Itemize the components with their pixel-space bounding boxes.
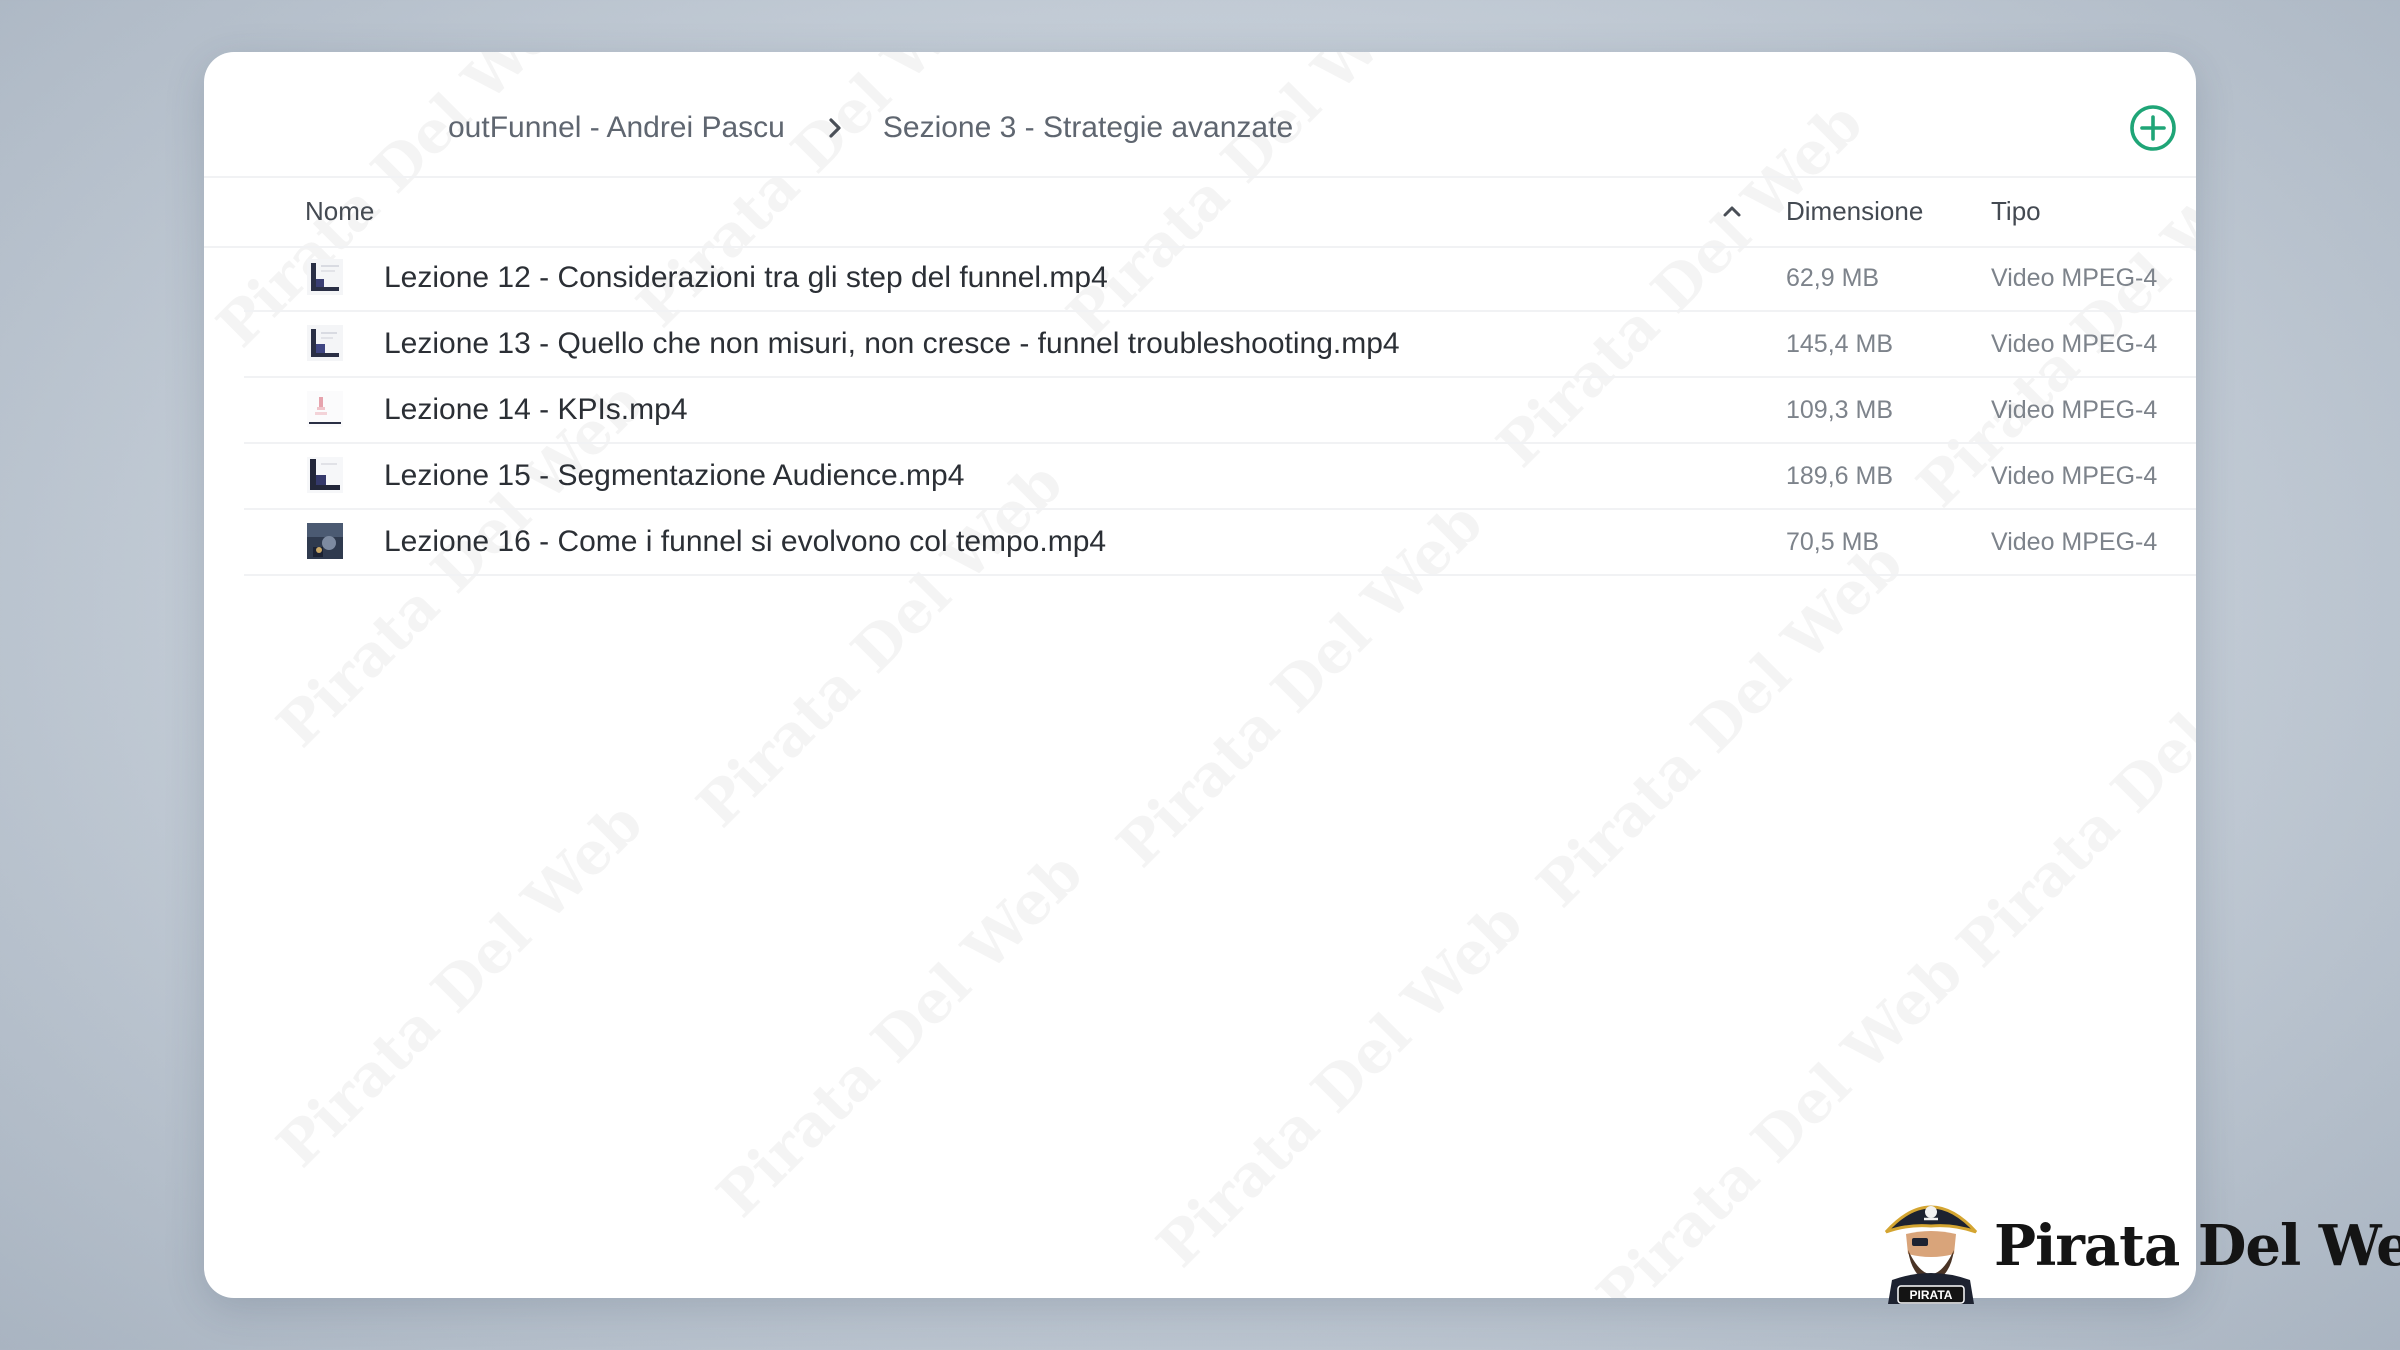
breadcrumb-item-section[interactable]: Sezione 3 - Strategie avanzate — [883, 111, 1293, 145]
file-name: Lezione 15 - Segmentazione Audience.mp4 — [384, 459, 965, 492]
watermark-text: Pirata Del Web — [264, 788, 656, 1181]
watermark-text: Pirata Del Web — [704, 838, 1096, 1231]
video-thumbnail — [307, 391, 343, 427]
file-type: Video MPEG-4 — [1991, 462, 2158, 490]
file-type: Video MPEG-4 — [1991, 330, 2158, 358]
file-name: Lezione 13 - Quello che non misuri, non … — [384, 327, 1400, 360]
file-size: 62,9 MB — [1786, 264, 1880, 292]
pirate-mascot-icon: PIRATA — [1884, 1205, 1978, 1304]
logo-badge: PIRATA — [1910, 1288, 1953, 1302]
file-type: Video MPEG-4 — [1991, 396, 2158, 424]
file-row[interactable]: Lezione 13 - Quello che non misuri, non … — [244, 312, 2196, 378]
video-thumbnail — [307, 523, 343, 559]
chevron-right-icon — [811, 108, 859, 148]
file-row[interactable]: Lezione 16 - Come i funnel si evolvono c… — [244, 510, 2196, 576]
file-type: Video MPEG-4 — [1991, 264, 2158, 292]
file-browser-window: Pirata Del Web Pirata Del Web Pirata Del… — [204, 52, 2196, 1298]
video-thumbnail — [307, 457, 343, 493]
file-name: Lezione 12 - Considerazioni tra gli step… — [384, 261, 1108, 294]
watermark-text: Pirata Del Web — [1144, 888, 1536, 1281]
video-thumbnail — [307, 325, 343, 361]
file-list: Lezione 12 - Considerazioni tra gli step… — [244, 246, 2196, 576]
file-size: 70,5 MB — [1786, 528, 1880, 556]
file-name: Lezione 14 - KPIs.mp4 — [384, 393, 688, 426]
chevron-up-icon[interactable] — [1712, 176, 1752, 246]
video-thumbnail — [307, 259, 343, 295]
column-header-name[interactable]: Nome — [305, 176, 374, 246]
file-size: 189,6 MB — [1786, 462, 1894, 490]
file-name: Lezione 16 - Come i funnel si evolvono c… — [384, 525, 1107, 558]
plus-circle-icon — [2130, 105, 2176, 151]
file-row[interactable]: Lezione 12 - Considerazioni tra gli step… — [244, 246, 2196, 312]
file-size: 145,4 MB — [1786, 330, 1894, 358]
column-header-type[interactable]: Tipo — [1991, 176, 2041, 246]
file-type: Video MPEG-4 — [1991, 528, 2158, 556]
file-size: 109,3 MB — [1786, 396, 1894, 424]
breadcrumb: outFunnel - Andrei Pascu Sezione 3 - Str… — [448, 98, 1293, 158]
breadcrumb-item-course[interactable]: outFunnel - Andrei Pascu — [448, 111, 785, 145]
column-header-size[interactable]: Dimensione — [1786, 176, 1923, 246]
add-button[interactable] — [2126, 101, 2180, 155]
watermark-text: Pirata Del Web — [1524, 528, 1916, 921]
file-row[interactable]: Lezione 15 - Segmentazione Audience.mp4 … — [244, 444, 2196, 510]
pirata-del-web-logo: PIRATA Pirata Del Web — [1878, 1186, 2400, 1306]
toolbar: outFunnel - Andrei Pascu Sezione 3 - Str… — [204, 52, 2196, 178]
logo-text: Pirata Del Web — [1994, 1213, 2400, 1279]
file-row[interactable]: Lezione 14 - KPIs.mp4 109,3 MB Video MPE… — [244, 378, 2196, 444]
watermark-text: Pirata Del Web — [1944, 588, 2196, 981]
table-header: Nome Dimensione Tipo — [204, 176, 2196, 248]
